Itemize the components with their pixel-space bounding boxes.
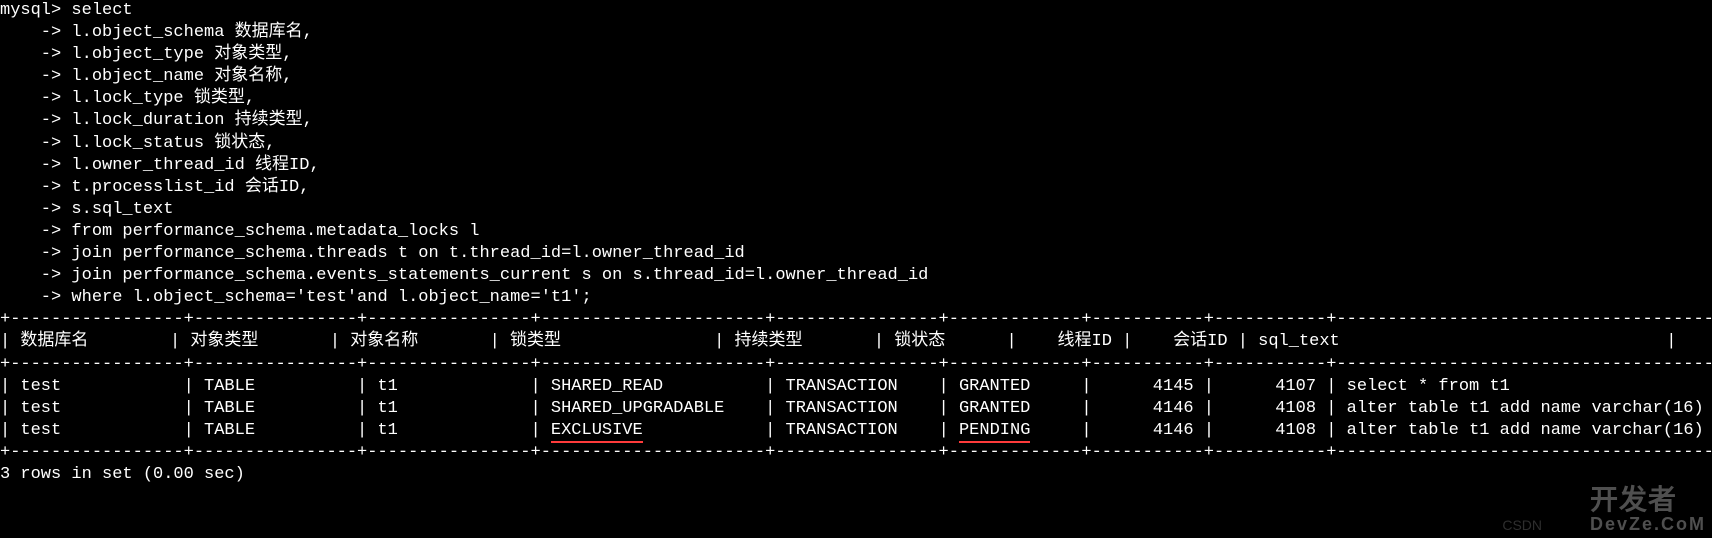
csdn-watermark: CSDN (1502, 516, 1542, 534)
sql-continuation-line: -> t.processlist_id 会话ID, (0, 177, 1712, 199)
sql-continuation-line: -> l.lock_status 锁状态, (0, 133, 1712, 155)
terminal-output: mysql> select -> l.object_schema 数据库名, -… (0, 0, 1712, 486)
table-separator: +-----------------+----------------+----… (0, 442, 1712, 464)
devze-watermark: 开发者 DevZe.CoM (1590, 482, 1706, 536)
sql-continuation-line: -> l.lock_duration 持续类型, (0, 110, 1712, 132)
table-separator: +-----------------+----------------+----… (0, 309, 1712, 331)
sql-continuation-line: -> from performance_schema.metadata_lock… (0, 221, 1712, 243)
sql-continuation-line: -> l.owner_thread_id 线程ID, (0, 155, 1712, 177)
table-data-row: | test | TABLE | t1 | SHARED_READ | TRAN… (0, 376, 1712, 398)
table-separator: +-----------------+----------------+----… (0, 354, 1712, 376)
highlighted-cell: PENDING (959, 421, 1030, 443)
result-summary: 3 rows in set (0.00 sec) (0, 464, 1712, 486)
sql-prompt-line: mysql> select (0, 0, 1712, 22)
sql-continuation-line: -> l.object_name 对象名称, (0, 66, 1712, 88)
sql-continuation-line: -> join performance_schema.events_statem… (0, 265, 1712, 287)
watermark-sub-text: DevZe.CoM (1590, 513, 1706, 536)
table-data-row: | test | TABLE | t1 | EXCLUSIVE | TRANSA… (0, 420, 1712, 442)
sql-continuation-line: -> s.sql_text (0, 199, 1712, 221)
table-header-row: | 数据库名 | 对象类型 | 对象名称 | 锁类型 | 持续类型 | 锁状态 … (0, 331, 1712, 353)
sql-continuation-line: -> join performance_schema.threads t on … (0, 243, 1712, 265)
table-data-row: | test | TABLE | t1 | SHARED_UPGRADABLE … (0, 398, 1712, 420)
watermark-main-text: 开发者 (1590, 484, 1677, 515)
sql-continuation-line: -> l.object_type 对象类型, (0, 44, 1712, 66)
sql-continuation-line: -> l.lock_type 锁类型, (0, 88, 1712, 110)
highlighted-cell: EXCLUSIVE (551, 421, 643, 443)
sql-continuation-line: -> l.object_schema 数据库名, (0, 22, 1712, 44)
sql-continuation-line: -> where l.object_schema='test'and l.obj… (0, 287, 1712, 309)
